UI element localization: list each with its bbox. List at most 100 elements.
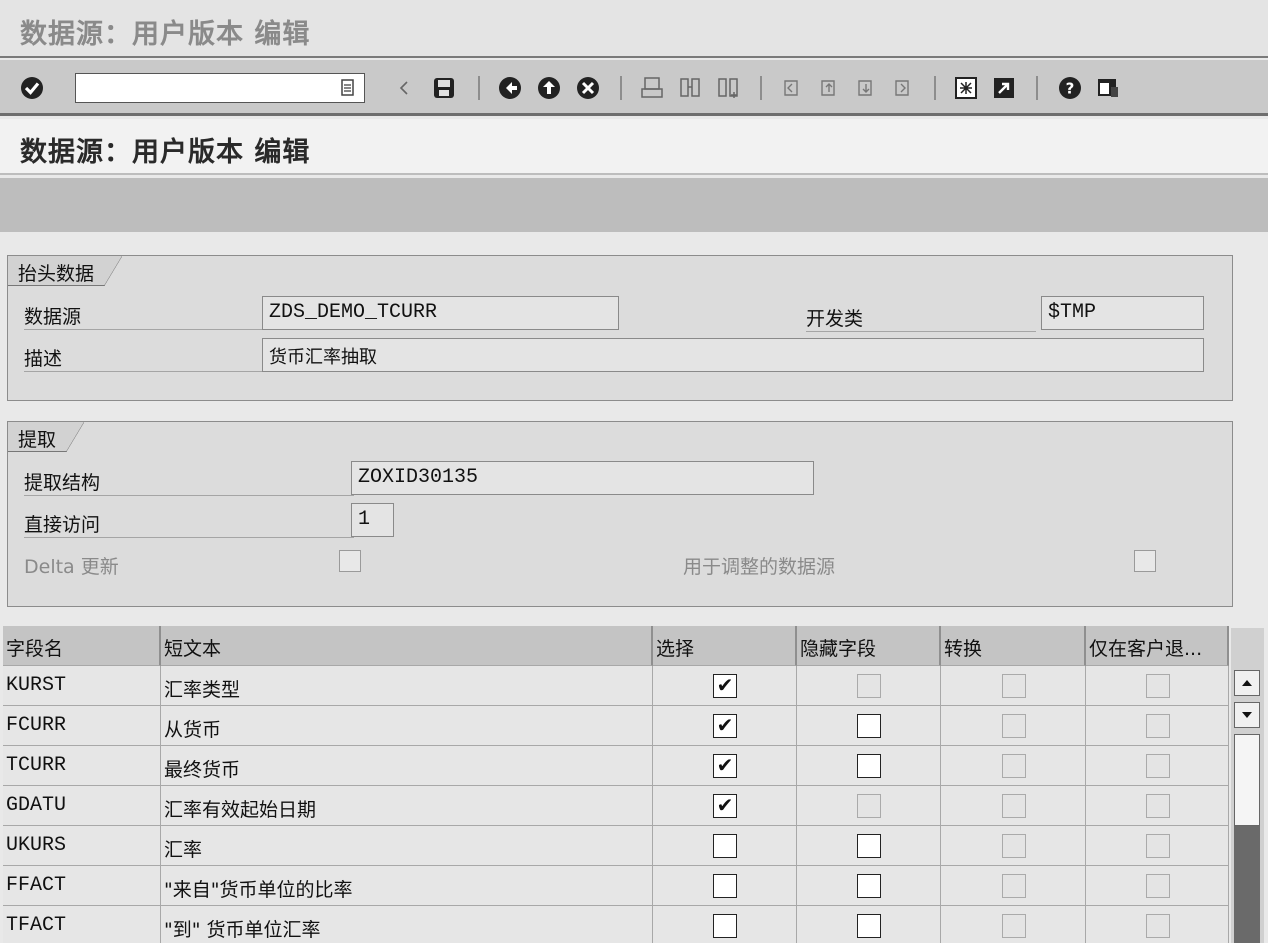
extract-structure-field[interactable]: ZOXID30135 — [351, 461, 814, 495]
toolbar-separator — [760, 76, 762, 100]
layout-menu-icon[interactable] — [1094, 74, 1122, 102]
previous-page-icon[interactable] — [815, 74, 843, 102]
short-text-cell: "到" 货币单位汇率 — [161, 906, 653, 943]
customer-exit-checkbox[interactable] — [1145, 794, 1170, 818]
field-name-cell[interactable]: KURST — [3, 666, 161, 706]
find-icon[interactable] — [676, 74, 704, 102]
table-vertical-scrollbar[interactable] — [1231, 628, 1264, 943]
command-history-icon[interactable] — [334, 74, 360, 102]
field-name-cell[interactable]: FFACT — [3, 866, 161, 906]
cancel-icon[interactable] — [574, 74, 602, 102]
first-page-icon[interactable] — [778, 74, 806, 102]
select-checkbox[interactable] — [713, 874, 737, 898]
hide-field-checkbox[interactable] — [857, 754, 881, 778]
print-icon[interactable] — [638, 74, 666, 102]
table-row[interactable]: TFACT "到" 货币单位汇率 — [3, 906, 1229, 943]
back-arrow-icon[interactable] — [390, 74, 418, 102]
next-page-icon[interactable] — [852, 74, 880, 102]
adjust-datasource-checkbox[interactable] — [1134, 550, 1156, 572]
table-row[interactable]: TCURR 最终货币 ✔ — [3, 746, 1229, 786]
short-text-cell: 汇率类型 — [161, 666, 653, 706]
table-row[interactable]: FFACT "来自"货币单位的比率 — [3, 866, 1229, 906]
select-checkbox[interactable] — [713, 914, 737, 938]
conversion-checkbox[interactable] — [1001, 714, 1026, 738]
field-name-cell[interactable]: TCURR — [3, 746, 161, 786]
extract-structure-label: 提取结构 — [24, 468, 354, 496]
hide-field-checkbox[interactable] — [857, 914, 881, 938]
conversion-cell — [941, 746, 1086, 786]
customer-exit-checkbox[interactable] — [1145, 714, 1170, 738]
customer-exit-checkbox[interactable] — [1145, 754, 1170, 778]
package-label: 开发类 — [806, 304, 1036, 332]
command-field[interactable] — [75, 73, 365, 103]
system-toolbar: ? — [0, 60, 1268, 116]
select-cell — [653, 866, 797, 906]
customer-exit-checkbox[interactable] — [1145, 874, 1170, 898]
hide-field-checkbox[interactable] — [857, 874, 881, 898]
adjust-datasource-label: 用于调整的数据源 — [683, 556, 836, 578]
hide-field-checkbox[interactable] — [857, 834, 881, 858]
delta-update-label: Delta 更新 — [24, 556, 119, 578]
select-checkbox[interactable]: ✔ — [713, 794, 737, 818]
screen-title-bar: 数据源：用户版本 编辑 — [0, 119, 1268, 175]
conversion-checkbox[interactable] — [1001, 914, 1026, 938]
last-page-icon[interactable] — [889, 74, 917, 102]
find-next-icon[interactable] — [714, 74, 742, 102]
select-checkbox[interactable]: ✔ — [713, 754, 737, 778]
hide-field-checkbox[interactable] — [857, 714, 881, 738]
hide-field-checkbox[interactable] — [857, 674, 881, 698]
hide-field-cell — [797, 706, 941, 746]
toolbar-separator — [620, 76, 622, 100]
table-row[interactable]: FCURR 从货币 ✔ — [3, 706, 1229, 746]
select-checkbox[interactable]: ✔ — [713, 674, 737, 698]
select-checkbox[interactable] — [713, 834, 737, 858]
customer-exit-cell — [1086, 866, 1229, 906]
table-row[interactable]: GDATU 汇率有效起始日期 ✔ — [3, 786, 1229, 826]
datasource-field[interactable]: ZDS_DEMO_TCURR — [262, 296, 619, 330]
direct-access-field[interactable]: 1 — [351, 503, 394, 537]
table-row[interactable]: KURST 汇率类型 ✔ — [3, 666, 1229, 706]
back-icon[interactable] — [496, 74, 524, 102]
select-checkbox[interactable]: ✔ — [713, 714, 737, 738]
enter-icon[interactable] — [18, 74, 46, 102]
description-field[interactable]: 货币汇率抽取 — [262, 338, 1204, 372]
field-name-cell[interactable]: GDATU — [3, 786, 161, 826]
conversion-cell — [941, 866, 1086, 906]
conversion-checkbox[interactable] — [1001, 674, 1026, 698]
scroll-thumb[interactable] — [1234, 734, 1260, 826]
header-data-group: 抬头数据 数据源 ZDS_DEMO_TCURR 开发类 $TMP 描述 货币汇率… — [7, 255, 1233, 401]
hide-field-checkbox[interactable] — [857, 794, 881, 818]
customer-exit-checkbox[interactable] — [1145, 674, 1170, 698]
new-session-icon[interactable] — [952, 74, 980, 102]
conversion-checkbox[interactable] — [1001, 754, 1026, 778]
conversion-cell — [941, 706, 1086, 746]
conversion-checkbox[interactable] — [1001, 874, 1026, 898]
scroll-down-button[interactable] — [1234, 702, 1260, 728]
field-name-cell[interactable]: UKURS — [3, 826, 161, 866]
conversion-checkbox[interactable] — [1001, 794, 1026, 818]
field-name-cell[interactable]: FCURR — [3, 706, 161, 746]
conversion-checkbox[interactable] — [1001, 834, 1026, 858]
delta-update-checkbox[interactable] — [339, 550, 361, 572]
create-shortcut-icon[interactable] — [990, 74, 1018, 102]
save-icon[interactable] — [430, 74, 458, 102]
column-header-customer-exit[interactable]: 仅在客户退... — [1086, 626, 1229, 666]
column-header-select[interactable]: 选择 — [653, 626, 797, 666]
exit-icon[interactable] — [535, 74, 563, 102]
customer-exit-checkbox[interactable] — [1145, 914, 1170, 938]
column-header-field-name[interactable]: 字段名 — [3, 626, 161, 666]
column-header-conversion[interactable]: 转换 — [941, 626, 1086, 666]
help-icon[interactable]: ? — [1056, 74, 1084, 102]
command-input[interactable] — [76, 74, 326, 100]
column-header-short-text[interactable]: 短文本 — [161, 626, 653, 666]
datasource-label: 数据源 — [24, 302, 264, 330]
scroll-up-button[interactable] — [1234, 670, 1260, 696]
table-row[interactable]: UKURS 汇率 — [3, 826, 1229, 866]
conversion-cell — [941, 826, 1086, 866]
package-field[interactable]: $TMP — [1041, 296, 1204, 330]
column-header-hide-field[interactable]: 隐藏字段 — [797, 626, 941, 666]
customer-exit-checkbox[interactable] — [1145, 834, 1170, 858]
toolbar-separator — [1036, 76, 1038, 100]
conversion-cell — [941, 906, 1086, 943]
field-name-cell[interactable]: TFACT — [3, 906, 161, 943]
